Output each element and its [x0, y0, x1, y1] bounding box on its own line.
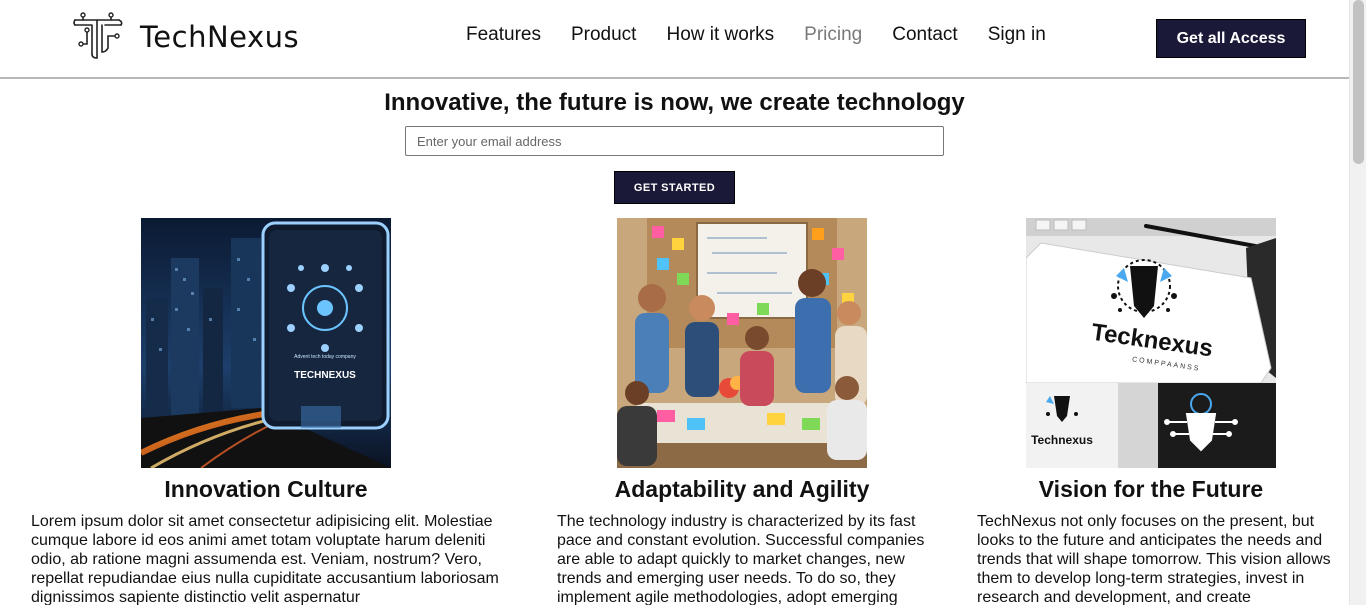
- card-text-innovation-culture: Lorem ipsum dolor sit amet consectetur a…: [31, 513, 499, 605]
- brand-name: TechNexus: [140, 20, 300, 54]
- card-text-adaptability-agility: The technology industry is characterized…: [557, 513, 925, 605]
- scrollbar-thumb[interactable]: [1353, 0, 1364, 164]
- card-title-vision-future: Vision for the Future: [1038, 476, 1264, 502]
- nav-item-how-it-works[interactable]: How it works: [666, 24, 774, 46]
- image-brand-text: TECHNEXUS: [294, 370, 356, 381]
- nav-item-product[interactable]: Product: [571, 24, 636, 46]
- adaptability-team-image: [617, 218, 867, 468]
- brand-logo[interactable]: TechNexus: [71, 12, 299, 62]
- card-title-adaptability-agility: Adaptability and Agility: [614, 476, 870, 502]
- nav-item-sign-in[interactable]: Sign in: [988, 24, 1046, 46]
- nav-item-features[interactable]: Features: [466, 24, 541, 46]
- card-title-innovation-culture: Innovation Culture: [164, 476, 368, 502]
- main-nav: Features Product How it works Pricing Co…: [466, 24, 1076, 46]
- tech-circuit-t-logo-icon: [73, 12, 123, 59]
- image-subtext: Advent tech today company: [294, 354, 356, 360]
- get-all-access-button[interactable]: Get all Access: [1156, 19, 1306, 58]
- nav-item-contact[interactable]: Contact: [892, 24, 957, 46]
- site-header: TechNexus Features Product How it works …: [0, 0, 1349, 79]
- vision-future-branding-image: Tecknexus COMPPAANSS Technexus: [1026, 218, 1276, 468]
- card-text-vision-future: TechNexus not only focuses on the presen…: [977, 513, 1331, 605]
- innovation-culture-image: Advent tech today company TECHNEXUS: [141, 218, 391, 468]
- hero-title: Innovative, the future is now, we create…: [384, 89, 965, 116]
- nav-item-pricing[interactable]: Pricing: [804, 24, 862, 46]
- email-input[interactable]: [405, 126, 944, 156]
- page-scrollbar[interactable]: [1349, 0, 1366, 605]
- image-small-brand-text: Technexus: [1031, 433, 1093, 447]
- get-started-button[interactable]: GET STARTED: [614, 171, 735, 204]
